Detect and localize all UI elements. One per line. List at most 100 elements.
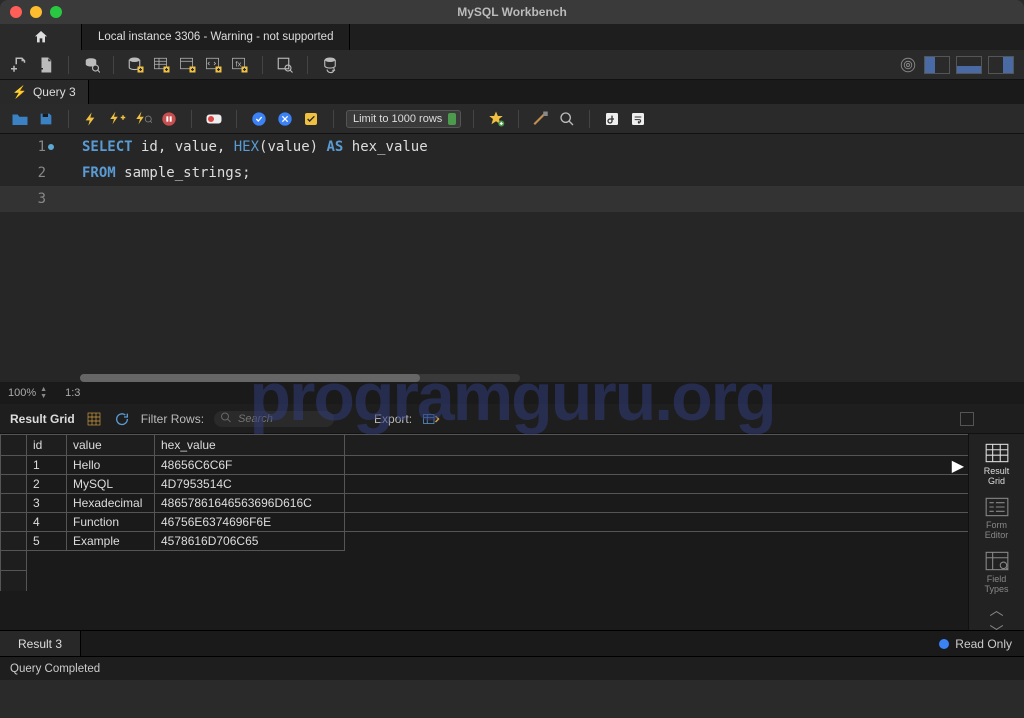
form-editor-panel-button[interactable]: Form Editor [972, 492, 1022, 544]
procedure-add-icon[interactable] [204, 55, 224, 75]
cell-id[interactable]: 4 [27, 513, 67, 532]
table-row[interactable]: 1Hello48656C6C6F [1, 456, 969, 475]
sql-editor[interactable]: 1 SELECT id, value, HEX(value) AS hex_va… [0, 134, 1024, 382]
chevron-down-icon[interactable]: ﹀ [990, 622, 1004, 642]
result-grid-panel-button[interactable]: Result Grid [972, 438, 1022, 490]
execute-icon[interactable] [81, 109, 101, 129]
favorite-icon[interactable] [486, 109, 506, 129]
filter-rows-input[interactable] [214, 411, 334, 427]
autocommit-icon[interactable] [301, 109, 321, 129]
row-limit-label: Limit to 1000 rows [346, 110, 461, 128]
export-icon[interactable] [422, 410, 440, 428]
result-grid[interactable]: id value hex_value 1Hello48656C6C6F2MySQ… [0, 434, 968, 591]
cell-hex-value[interactable]: 46756E6374696F6E [155, 513, 345, 532]
field-types-panel-button[interactable]: Field Types [972, 546, 1022, 598]
panel-collapse-icon[interactable] [960, 412, 974, 426]
fullscreen-window-button[interactable] [50, 6, 62, 18]
column-header-spacer [345, 435, 969, 456]
column-header[interactable]: id [27, 435, 67, 456]
open-file-icon[interactable] [10, 109, 30, 129]
column-header[interactable]: value [67, 435, 155, 456]
cell-value[interactable]: Hello [67, 456, 155, 475]
cell-hex-value[interactable]: 4578616D706C65 [155, 532, 345, 551]
grid-view-icon[interactable] [85, 410, 103, 428]
explain-icon[interactable] [133, 109, 153, 129]
beautify-icon[interactable] [531, 109, 551, 129]
line-number: 3 [38, 191, 46, 207]
cell-id[interactable]: 1 [27, 456, 67, 475]
layout-right-panel-button[interactable] [988, 56, 1014, 74]
db-add-icon[interactable] [126, 55, 146, 75]
layout-bottom-panel-button[interactable] [956, 56, 982, 74]
cell-hex-value[interactable]: 48656C6C6F [155, 456, 345, 475]
reconnect-icon[interactable] [320, 55, 340, 75]
execute-current-icon[interactable] [107, 109, 127, 129]
zoom-control[interactable]: 100% ▲▼ [8, 386, 47, 400]
zoom-stepper-icon[interactable]: ▲▼ [40, 386, 47, 400]
row-header[interactable] [1, 513, 27, 532]
commit-icon[interactable] [249, 109, 269, 129]
table-row[interactable]: 2MySQL4D7953514C [1, 475, 969, 494]
cell-spacer [345, 475, 969, 494]
result-tab[interactable]: Result 3 [0, 631, 81, 656]
zoom-value: 100% [8, 387, 36, 399]
cell-spacer [345, 532, 969, 551]
side-panel-label: Form Editor [985, 520, 1009, 540]
editor-line: 3 [0, 186, 1024, 212]
cell-value[interactable]: MySQL [67, 475, 155, 494]
query-tab-label: Query 3 [33, 85, 76, 99]
cell-value[interactable]: Hexadecimal [67, 494, 155, 513]
result-footer: Result 3 Read Only [0, 630, 1024, 656]
cell-id[interactable]: 3 [27, 494, 67, 513]
search-table-icon[interactable] [275, 55, 295, 75]
toggle-icon[interactable] [204, 109, 224, 129]
row-limit-select[interactable]: Limit to 1000 rows [346, 110, 461, 128]
row-header [1, 551, 27, 571]
close-window-button[interactable] [10, 6, 22, 18]
search-icon [220, 411, 232, 426]
cell-id[interactable]: 5 [27, 532, 67, 551]
cell-hex-value[interactable]: 48657861646563696D616C [155, 494, 345, 513]
table-row[interactable]: 5Example4578616D706C65 [1, 532, 969, 551]
export-label: Export: [374, 412, 412, 426]
refresh-icon[interactable] [113, 410, 131, 428]
row-header[interactable] [1, 456, 27, 475]
column-header[interactable]: hex_value [155, 435, 345, 456]
wrap-icon[interactable] [628, 109, 648, 129]
stop-icon[interactable] [159, 109, 179, 129]
minimize-window-button[interactable] [30, 6, 42, 18]
window-controls [10, 6, 62, 18]
table-add-icon[interactable] [152, 55, 172, 75]
table-row[interactable]: 4Function46756E6374696F6E [1, 513, 969, 532]
layout-left-panel-button[interactable] [924, 56, 950, 74]
view-add-icon[interactable] [178, 55, 198, 75]
home-tab[interactable] [0, 24, 82, 50]
row-header[interactable] [1, 494, 27, 513]
inspector-icon[interactable] [81, 55, 101, 75]
find-icon[interactable] [557, 109, 577, 129]
save-file-icon[interactable] [36, 109, 56, 129]
cell-hex-value[interactable]: 4D7953514C [155, 475, 345, 494]
cell-spacer [345, 513, 969, 532]
settings-icon[interactable] [898, 55, 918, 75]
open-sql-script-icon[interactable] [36, 55, 56, 75]
invisible-chars-icon[interactable] [602, 109, 622, 129]
cell-value[interactable]: Function [67, 513, 155, 532]
cell-spacer [345, 456, 969, 475]
cell-value[interactable]: Example [67, 532, 155, 551]
new-sql-tab-icon[interactable] [10, 55, 30, 75]
table-row[interactable]: 3Hexadecimal48657861646563696D616C [1, 494, 969, 513]
field-types-icon [984, 550, 1010, 572]
rollback-icon[interactable] [275, 109, 295, 129]
query-tab[interactable]: ⚡ Query 3 [0, 80, 89, 104]
connection-tab[interactable]: Local instance 3306 - Warning - not supp… [82, 24, 350, 50]
row-header[interactable] [1, 532, 27, 551]
cell-id[interactable]: 2 [27, 475, 67, 494]
row-header[interactable] [1, 475, 27, 494]
result-toolbar: Result Grid Filter Rows: Export: [0, 404, 1024, 434]
panel-arrow-icon[interactable]: ▶ [952, 456, 964, 476]
main-toolbar: fx [0, 50, 1024, 80]
horizontal-scrollbar[interactable] [80, 374, 520, 382]
function-add-icon[interactable]: fx [230, 55, 250, 75]
chevron-up-icon[interactable]: ︿ [990, 600, 1004, 620]
